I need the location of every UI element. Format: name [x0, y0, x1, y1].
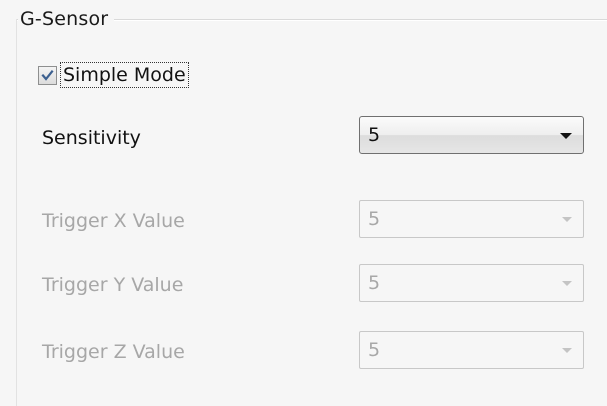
g-sensor-panel: G-Sensor Simple Mode Sensitivity 5 Trigg… — [0, 0, 607, 406]
trigger-z-dropdown[interactable]: 5 — [359, 331, 584, 369]
simple-mode-checkbox-row[interactable]: Simple Mode — [38, 60, 189, 90]
sensitivity-dropdown[interactable]: 5 — [359, 116, 584, 154]
trigger-y-value: 5 — [368, 272, 381, 294]
trigger-y-dropdown[interactable]: 5 — [359, 264, 584, 302]
simple-mode-label[interactable]: Simple Mode — [60, 62, 189, 88]
trigger-z-value: 5 — [368, 339, 381, 361]
trigger-x-value: 5 — [368, 208, 381, 230]
group-title: G-Sensor — [18, 6, 115, 32]
trigger-y-label: Trigger Y Value — [42, 274, 184, 296]
trigger-z-label: Trigger Z Value — [42, 341, 185, 363]
chevron-down-icon — [560, 133, 572, 139]
sensitivity-label: Sensitivity — [42, 127, 141, 149]
chevron-down-icon — [562, 348, 572, 353]
trigger-x-dropdown[interactable]: 5 — [359, 200, 584, 238]
chevron-down-icon — [562, 281, 572, 286]
sensitivity-value: 5 — [368, 124, 381, 146]
checkmark-icon — [41, 69, 54, 81]
group-box-left-border — [16, 19, 17, 406]
trigger-x-label: Trigger X Value — [42, 210, 185, 232]
chevron-down-icon — [562, 217, 572, 222]
simple-mode-checkbox[interactable] — [38, 65, 57, 85]
